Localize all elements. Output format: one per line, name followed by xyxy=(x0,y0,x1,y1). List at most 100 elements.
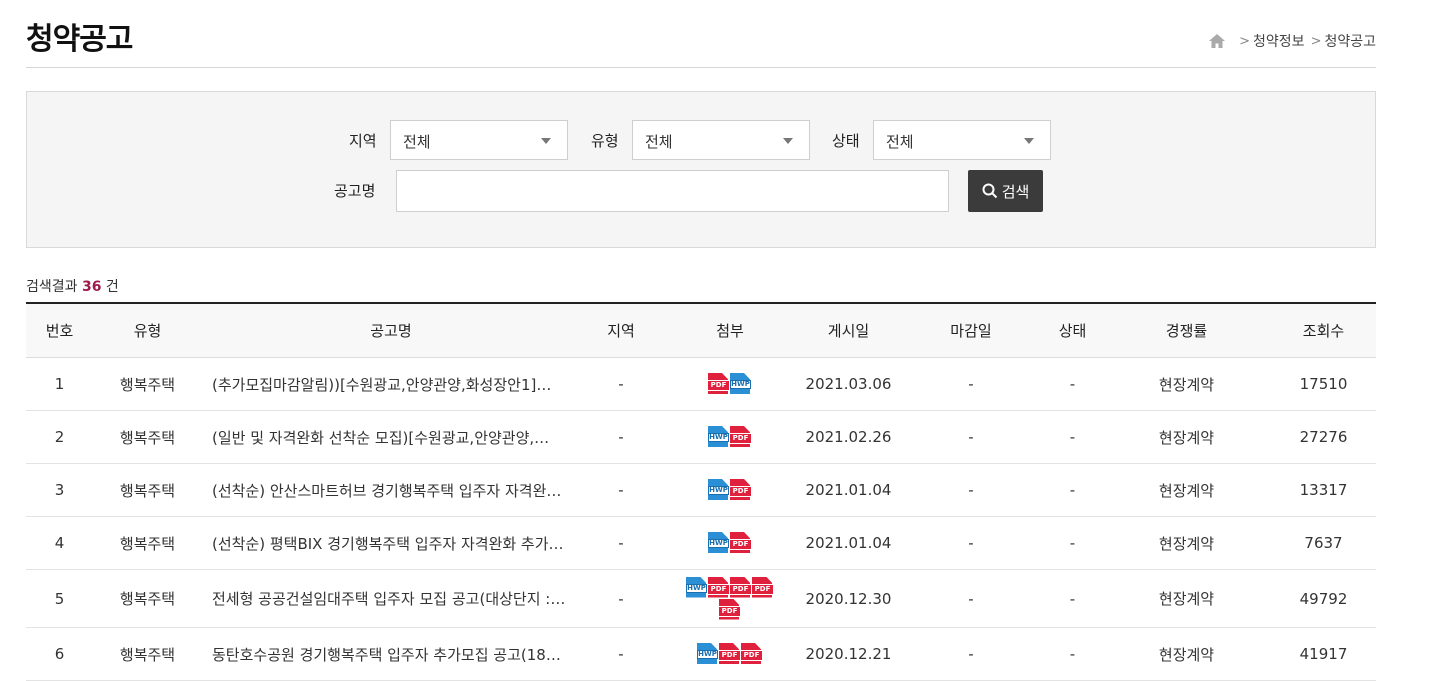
row-posted-date: 2020.12.30 xyxy=(798,569,899,628)
table-row[interactable]: 4 행복주택 (선착순) 평택BIX 경기행복주택 입주자 자격완화 추가… - HWP… xyxy=(26,516,1376,570)
hwp-file-icon[interactable]: HWP xyxy=(708,426,730,448)
col-header: 지역 xyxy=(580,303,662,358)
pdf-file-icon[interactable]: PDF xyxy=(719,643,741,665)
row-region: - xyxy=(580,357,662,411)
pdf-file-icon[interactable]: PDF xyxy=(730,576,752,599)
col-header: 유형 xyxy=(93,303,202,358)
status-label: 상태 xyxy=(832,132,860,150)
search-panel: 지역 전체 유형 전체 상태 전체 공고명 검색 xyxy=(26,91,1376,248)
table-row[interactable]: 5 행복주택 전세형 공공건설임대주택 입주자 모집 공고(대상단지 :… - HWP P… xyxy=(26,569,1376,628)
row-deadline: - xyxy=(899,516,1043,570)
keyword-input[interactable] xyxy=(396,170,949,212)
pdf-file-icon[interactable]: PDF xyxy=(719,598,741,621)
row-deadline: - xyxy=(899,357,1043,411)
row-attachments: HWP PDF PDF PDF PDF xyxy=(662,569,798,628)
row-rate: 현장계약 xyxy=(1102,627,1271,681)
row-posted-date: 2021.01.04 xyxy=(798,463,899,517)
row-region: - xyxy=(580,627,662,681)
chevron-right-icon: > xyxy=(1239,33,1251,49)
row-region: - xyxy=(580,410,662,464)
row-status: - xyxy=(1043,569,1102,628)
attachment-list: HWP PDF xyxy=(682,426,778,448)
attachment-list: HWP PDF PDF xyxy=(682,643,778,665)
home-icon[interactable] xyxy=(1209,34,1226,48)
row-deadline: - xyxy=(899,463,1043,517)
breadcrumb: > 청약정보 > 청약공고 xyxy=(1209,31,1376,51)
row-deadline: - xyxy=(899,569,1043,628)
row-views: 7637 xyxy=(1271,516,1376,570)
row-posted-date: 2021.01.04 xyxy=(798,516,899,570)
row-number: 3 xyxy=(26,463,93,517)
hwp-file-icon[interactable]: HWP xyxy=(730,373,752,395)
row-title[interactable]: (추가모집마감알림))[수원광교,안양관양,화성장안1]… xyxy=(202,357,580,411)
attachment-list: HWP PDF PDF PDF PDF xyxy=(682,576,778,621)
pdf-file-icon[interactable]: PDF xyxy=(741,643,763,665)
table-row[interactable]: 3 행복주택 (선착순) 안산스마트허브 경기행복주택 입주자 자격완… - HWP PD… xyxy=(26,463,1376,517)
table-row[interactable]: 6 행복주택 동탄호수공원 경기행복주택 입주자 추가모집 공고(18… - HWP PD… xyxy=(26,627,1376,681)
type-label: 유형 xyxy=(591,132,619,150)
notice-table: 번호 유형 공고명 지역 첨부 게시일 마감일 상태 경쟁률 조회수 1 행복주택… xyxy=(26,302,1376,681)
hwp-file-icon[interactable]: HWP xyxy=(686,576,708,599)
row-attachments: HWP PDF PDF xyxy=(662,627,798,681)
pdf-file-icon[interactable]: PDF xyxy=(752,576,774,599)
pdf-file-icon[interactable]: PDF xyxy=(708,576,730,599)
row-deadline: - xyxy=(899,627,1043,681)
row-rate: 현장계약 xyxy=(1102,410,1271,464)
status-select[interactable]: 전체 xyxy=(873,120,1051,160)
hwp-file-icon[interactable]: HWP xyxy=(708,479,730,501)
caret-down-icon xyxy=(783,138,793,144)
col-header: 번호 xyxy=(26,303,93,358)
search-button-label: 검색 xyxy=(1001,182,1030,201)
col-header: 조회수 xyxy=(1271,303,1376,358)
region-select-value: 전체 xyxy=(403,133,431,151)
row-region: - xyxy=(580,516,662,570)
status-select-value: 전체 xyxy=(886,133,914,151)
pdf-file-icon[interactable]: PDF xyxy=(730,532,752,554)
breadcrumb-item-current[interactable]: 청약공고 xyxy=(1324,31,1376,51)
search-icon xyxy=(982,183,997,199)
row-rate: 현장계약 xyxy=(1102,357,1271,411)
row-type: 행복주택 xyxy=(93,569,202,628)
breadcrumb-item[interactable]: 청약정보 xyxy=(1253,31,1305,51)
row-title[interactable]: (선착순) 안산스마트허브 경기행복주택 입주자 자격완… xyxy=(202,463,580,517)
attachment-list: HWP PDF xyxy=(682,532,778,554)
attachment-list: HWP PDF xyxy=(682,479,778,501)
table-row[interactable]: 1 행복주택 (추가모집마감알림))[수원광교,안양관양,화성장안1]… - PDF HW… xyxy=(26,357,1376,411)
table-row[interactable]: 2 행복주택 (일반 및 자격완화 선착순 모집)[수원광교,안양관양,… - HWP P… xyxy=(26,410,1376,464)
row-status: - xyxy=(1043,516,1102,570)
row-number: 5 xyxy=(26,569,93,628)
keyword-label: 공고명 xyxy=(334,182,376,200)
row-title[interactable]: (일반 및 자격완화 선착순 모집)[수원광교,안양관양,… xyxy=(202,410,580,464)
result-count: 검색결과 36 건 xyxy=(26,276,119,296)
pdf-file-icon[interactable]: PDF xyxy=(730,479,752,501)
row-posted-date: 2021.03.06 xyxy=(798,357,899,411)
row-status: - xyxy=(1043,627,1102,681)
row-views: 49792 xyxy=(1271,569,1376,628)
region-select[interactable]: 전체 xyxy=(390,120,568,160)
hwp-file-icon[interactable]: HWP xyxy=(708,532,730,554)
row-number: 4 xyxy=(26,516,93,570)
row-status: - xyxy=(1043,357,1102,411)
col-header: 경쟁률 xyxy=(1102,303,1271,358)
search-button[interactable]: 검색 xyxy=(968,170,1043,212)
row-status: - xyxy=(1043,410,1102,464)
pdf-file-icon[interactable]: PDF xyxy=(730,426,752,448)
row-attachments: HWP PDF xyxy=(662,516,798,570)
row-number: 2 xyxy=(26,410,93,464)
row-region: - xyxy=(580,569,662,628)
row-number: 6 xyxy=(26,627,93,681)
pdf-file-icon[interactable]: PDF xyxy=(708,373,730,395)
row-title[interactable]: 동탄호수공원 경기행복주택 입주자 추가모집 공고(18… xyxy=(202,627,580,681)
col-header: 공고명 xyxy=(202,303,580,358)
col-header: 첨부 xyxy=(662,303,798,358)
hwp-file-icon[interactable]: HWP xyxy=(697,643,719,665)
chevron-right-icon: > xyxy=(1310,33,1322,49)
row-title[interactable]: (선착순) 평택BIX 경기행복주택 입주자 자격완화 추가… xyxy=(202,516,580,570)
result-count-prefix: 검색결과 xyxy=(26,279,78,295)
type-select[interactable]: 전체 xyxy=(632,120,810,160)
page-title: 청약공고 xyxy=(26,22,133,57)
row-number: 1 xyxy=(26,357,93,411)
col-header: 게시일 xyxy=(798,303,899,358)
col-header: 상태 xyxy=(1043,303,1102,358)
row-title[interactable]: 전세형 공공건설임대주택 입주자 모집 공고(대상단지 :… xyxy=(202,569,580,628)
